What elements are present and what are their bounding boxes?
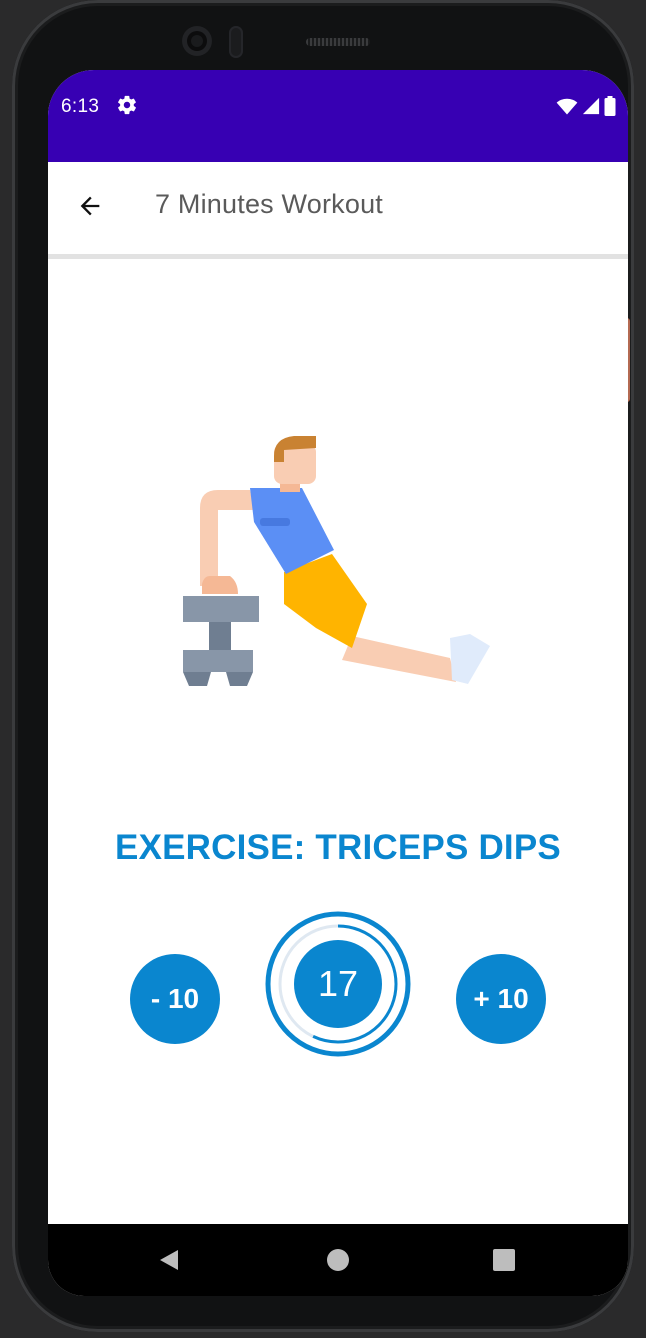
stand-foot-left [183,672,211,686]
back-button[interactable] [70,186,110,226]
nav-recents-icon [493,1249,515,1271]
wifi-icon [556,98,578,115]
phone-frame: 6:13 7 Minutes Workout EXERCISE: TRICEPS… [12,0,634,1332]
front-camera [182,26,212,56]
nav-home-button[interactable] [324,1246,352,1274]
nav-recents-button[interactable] [490,1246,518,1274]
app-bar: 7 Minutes Workout [48,162,628,259]
earpiece-speaker [306,38,370,46]
signal-icon [582,97,600,115]
shoe [450,634,490,684]
arrow-left-icon [80,196,100,216]
timer: 17 [262,908,414,1060]
screen: 6:13 7 Minutes Workout EXERCISE: TRICEPS… [48,70,628,1296]
nav-back-button[interactable] [156,1246,184,1274]
hand [202,576,238,594]
exercise-title: EXERCISE: TRICEPS DIPS [115,828,561,867]
page-title: 7 Minutes Workout [155,189,383,219]
plus-ten-button[interactable]: + 10 [456,954,546,1044]
stand-foot-right [226,672,253,686]
arm [200,490,254,586]
stand-top-bar [183,596,259,622]
leg [342,636,456,682]
status-bar: 6:13 [48,70,628,162]
camera-sensor [229,26,243,58]
battery-icon [604,96,616,116]
navigation-bar [48,1224,628,1296]
gear-icon [118,95,136,115]
status-time: 6:13 [61,96,100,117]
triceps-dips-illustration [183,436,490,686]
stand-neck [209,622,231,650]
status-icons [556,96,616,116]
nav-back-icon [160,1250,178,1270]
stand-base-bar [183,650,253,672]
timer-value: 17 [317,963,359,1004]
nav-home-icon [327,1249,349,1271]
shirt-pocket [260,518,290,526]
minus-ten-button[interactable]: - 10 [130,954,220,1044]
